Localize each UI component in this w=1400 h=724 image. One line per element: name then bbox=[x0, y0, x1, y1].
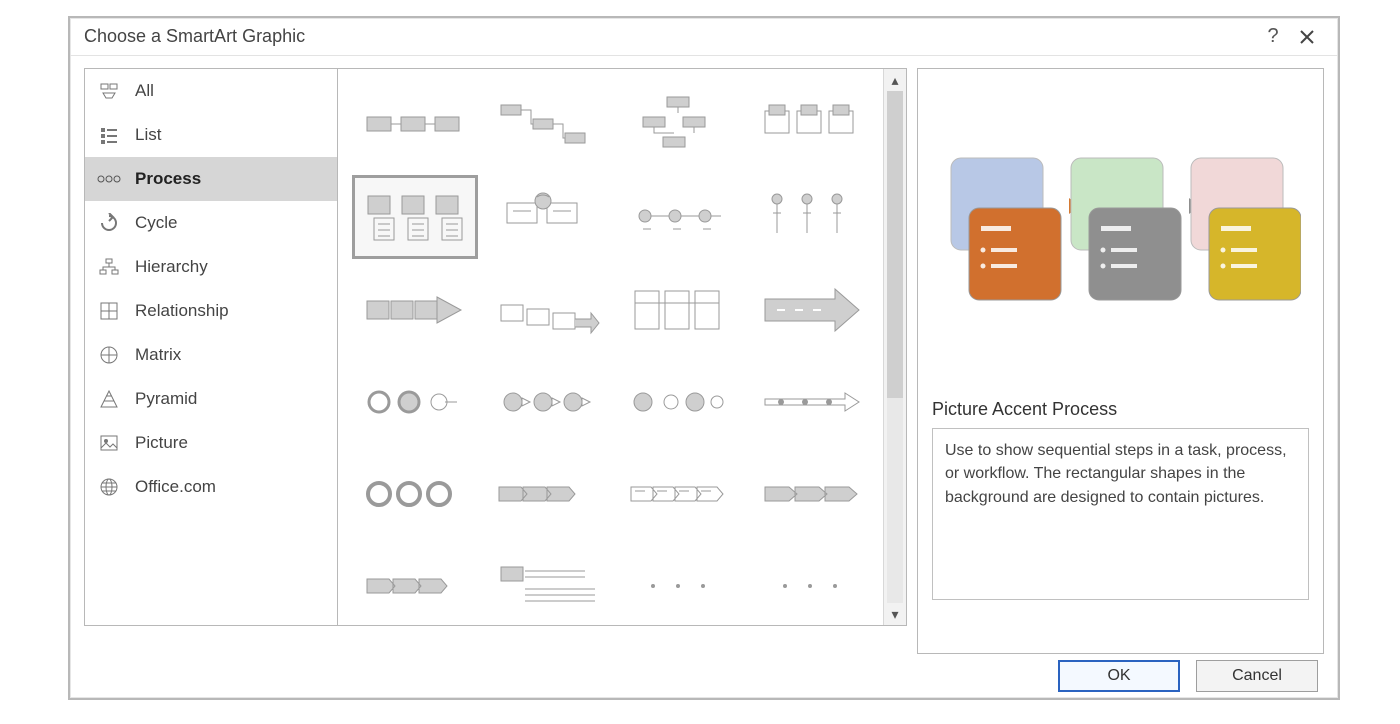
picture-icon bbox=[97, 431, 121, 455]
thumb-connected-circles[interactable] bbox=[616, 361, 740, 443]
thumb-picture-strip-process[interactable] bbox=[748, 83, 872, 165]
thumb-picture-accent-process[interactable] bbox=[352, 175, 478, 259]
close-button[interactable] bbox=[1290, 20, 1324, 54]
preview-image bbox=[932, 83, 1309, 393]
category-relationship[interactable]: Relationship bbox=[85, 289, 337, 333]
category-label: Cycle bbox=[135, 213, 178, 233]
category-label: Pyramid bbox=[135, 389, 197, 409]
list-icon bbox=[97, 123, 121, 147]
thumb-chevron-circles[interactable] bbox=[484, 361, 608, 443]
category-label: Office.com bbox=[135, 477, 216, 497]
thumb-basic-chevron[interactable] bbox=[748, 453, 872, 535]
category-label: Hierarchy bbox=[135, 257, 208, 277]
thumb-step-down-process[interactable] bbox=[484, 83, 608, 165]
thumb-dots-b[interactable] bbox=[748, 545, 872, 625]
gallery-panel: ▴ ▾ bbox=[337, 68, 907, 626]
close-icon bbox=[1298, 28, 1316, 46]
hierarchy-icon bbox=[97, 255, 121, 279]
dialog-footer: OK Cancel bbox=[70, 654, 1338, 698]
process-icon bbox=[97, 167, 121, 191]
thumb-descending-process[interactable] bbox=[616, 83, 740, 165]
thumb-chevron-list[interactable] bbox=[484, 453, 608, 535]
matrix-icon bbox=[97, 343, 121, 367]
category-pyramid[interactable]: Pyramid bbox=[85, 377, 337, 421]
thumb-arrow-process[interactable] bbox=[748, 269, 872, 351]
category-hierarchy[interactable]: Hierarchy bbox=[85, 245, 337, 289]
dialog-title: Choose a SmartArt Graphic bbox=[84, 26, 1256, 47]
pyramid-icon bbox=[97, 387, 121, 411]
category-list: All List Process Cycle Hierarchy Relatio… bbox=[84, 68, 338, 626]
category-label: Relationship bbox=[135, 301, 229, 321]
category-process[interactable]: Process bbox=[85, 157, 337, 201]
thumb-block-process-arrow[interactable] bbox=[352, 269, 476, 351]
category-label: Process bbox=[135, 169, 201, 189]
preview-name: Picture Accent Process bbox=[932, 399, 1309, 420]
thumb-staggered-process[interactable] bbox=[484, 269, 608, 351]
dialog-body: All List Process Cycle Hierarchy Relatio… bbox=[70, 56, 1338, 654]
category-label: Matrix bbox=[135, 345, 181, 365]
scroll-thumb[interactable] bbox=[887, 91, 903, 398]
preview-description: Use to show sequential steps in a task, … bbox=[932, 428, 1309, 600]
thumb-alternating-picture-blocks[interactable] bbox=[486, 175, 610, 257]
relationship-icon bbox=[97, 299, 121, 323]
thumb-basic-process[interactable] bbox=[352, 83, 476, 165]
thumb-timeline-arrow[interactable] bbox=[748, 361, 872, 443]
scroll-track[interactable] bbox=[887, 91, 903, 603]
gallery bbox=[338, 69, 883, 625]
thumb-circle-process[interactable] bbox=[352, 361, 476, 443]
scroll-down-icon[interactable]: ▾ bbox=[884, 603, 906, 625]
category-label: List bbox=[135, 125, 161, 145]
cycle-icon bbox=[97, 211, 121, 235]
category-all[interactable]: All bbox=[85, 69, 337, 113]
category-list-item[interactable]: List bbox=[85, 113, 337, 157]
titlebar: Choose a SmartArt Graphic ? bbox=[70, 18, 1338, 56]
thumb-chevron-accent[interactable] bbox=[616, 453, 740, 535]
thumb-circle-accent-timeline[interactable] bbox=[618, 175, 742, 257]
category-label: Picture bbox=[135, 433, 188, 453]
category-label: All bbox=[135, 81, 154, 101]
thumb-vertical-accent-list[interactable] bbox=[750, 175, 874, 257]
thumb-dots-a[interactable] bbox=[616, 545, 740, 625]
ok-button[interactable]: OK bbox=[1058, 660, 1180, 692]
help-button[interactable]: ? bbox=[1256, 20, 1290, 54]
category-matrix[interactable]: Matrix bbox=[85, 333, 337, 377]
category-cycle[interactable]: Cycle bbox=[85, 201, 337, 245]
thumb-ring-process[interactable] bbox=[352, 453, 476, 535]
globe-icon bbox=[97, 475, 121, 499]
smartart-dialog: Choose a SmartArt Graphic ? All List Pro… bbox=[68, 16, 1340, 700]
scroll-up-icon[interactable]: ▴ bbox=[884, 69, 906, 91]
category-picture[interactable]: Picture bbox=[85, 421, 337, 465]
category-officecom[interactable]: Office.com bbox=[85, 465, 337, 509]
thumb-segmented-process[interactable] bbox=[616, 269, 740, 351]
preview-panel: Picture Accent Process Use to show seque… bbox=[917, 68, 1324, 654]
gallery-scrollbar[interactable]: ▴ ▾ bbox=[883, 69, 906, 625]
thumb-closed-chevron[interactable] bbox=[352, 545, 476, 625]
all-icon bbox=[97, 79, 121, 103]
cancel-button[interactable]: Cancel bbox=[1196, 660, 1318, 692]
thumb-detailed-process[interactable] bbox=[484, 545, 608, 625]
